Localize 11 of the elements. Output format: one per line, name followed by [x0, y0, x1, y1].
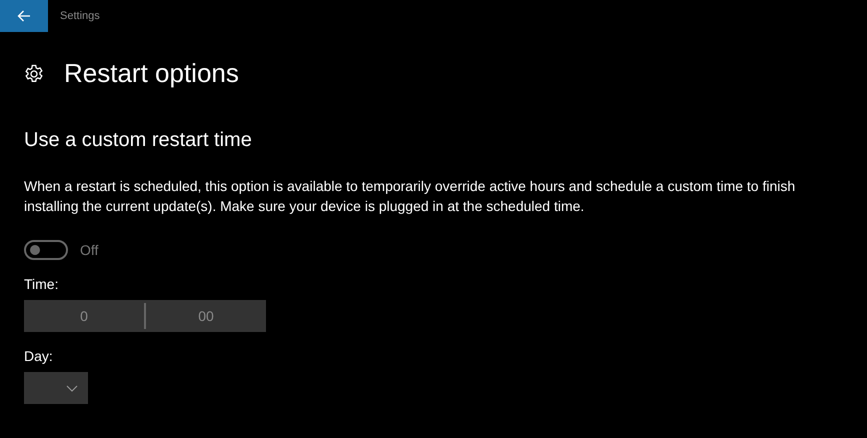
description-text: When a restart is scheduled, this option is available to temporarily override active hours and schedule a custom time to finish installing the current update(s). Make sure your device is plugged in at the scheduled time.	[24, 177, 796, 216]
toggle-label: Off	[80, 242, 98, 258]
window-title: Settings	[60, 10, 100, 22]
back-arrow-icon	[17, 10, 31, 22]
section-heading: Use a custom restart time	[24, 129, 253, 152]
back-button[interactable]	[0, 0, 48, 32]
gear-icon	[24, 64, 44, 84]
time-label: Time:	[24, 276, 60, 294]
day-label: Day:	[24, 348, 54, 366]
page-title: Restart options	[64, 58, 239, 89]
chevron-down-icon	[66, 384, 78, 392]
